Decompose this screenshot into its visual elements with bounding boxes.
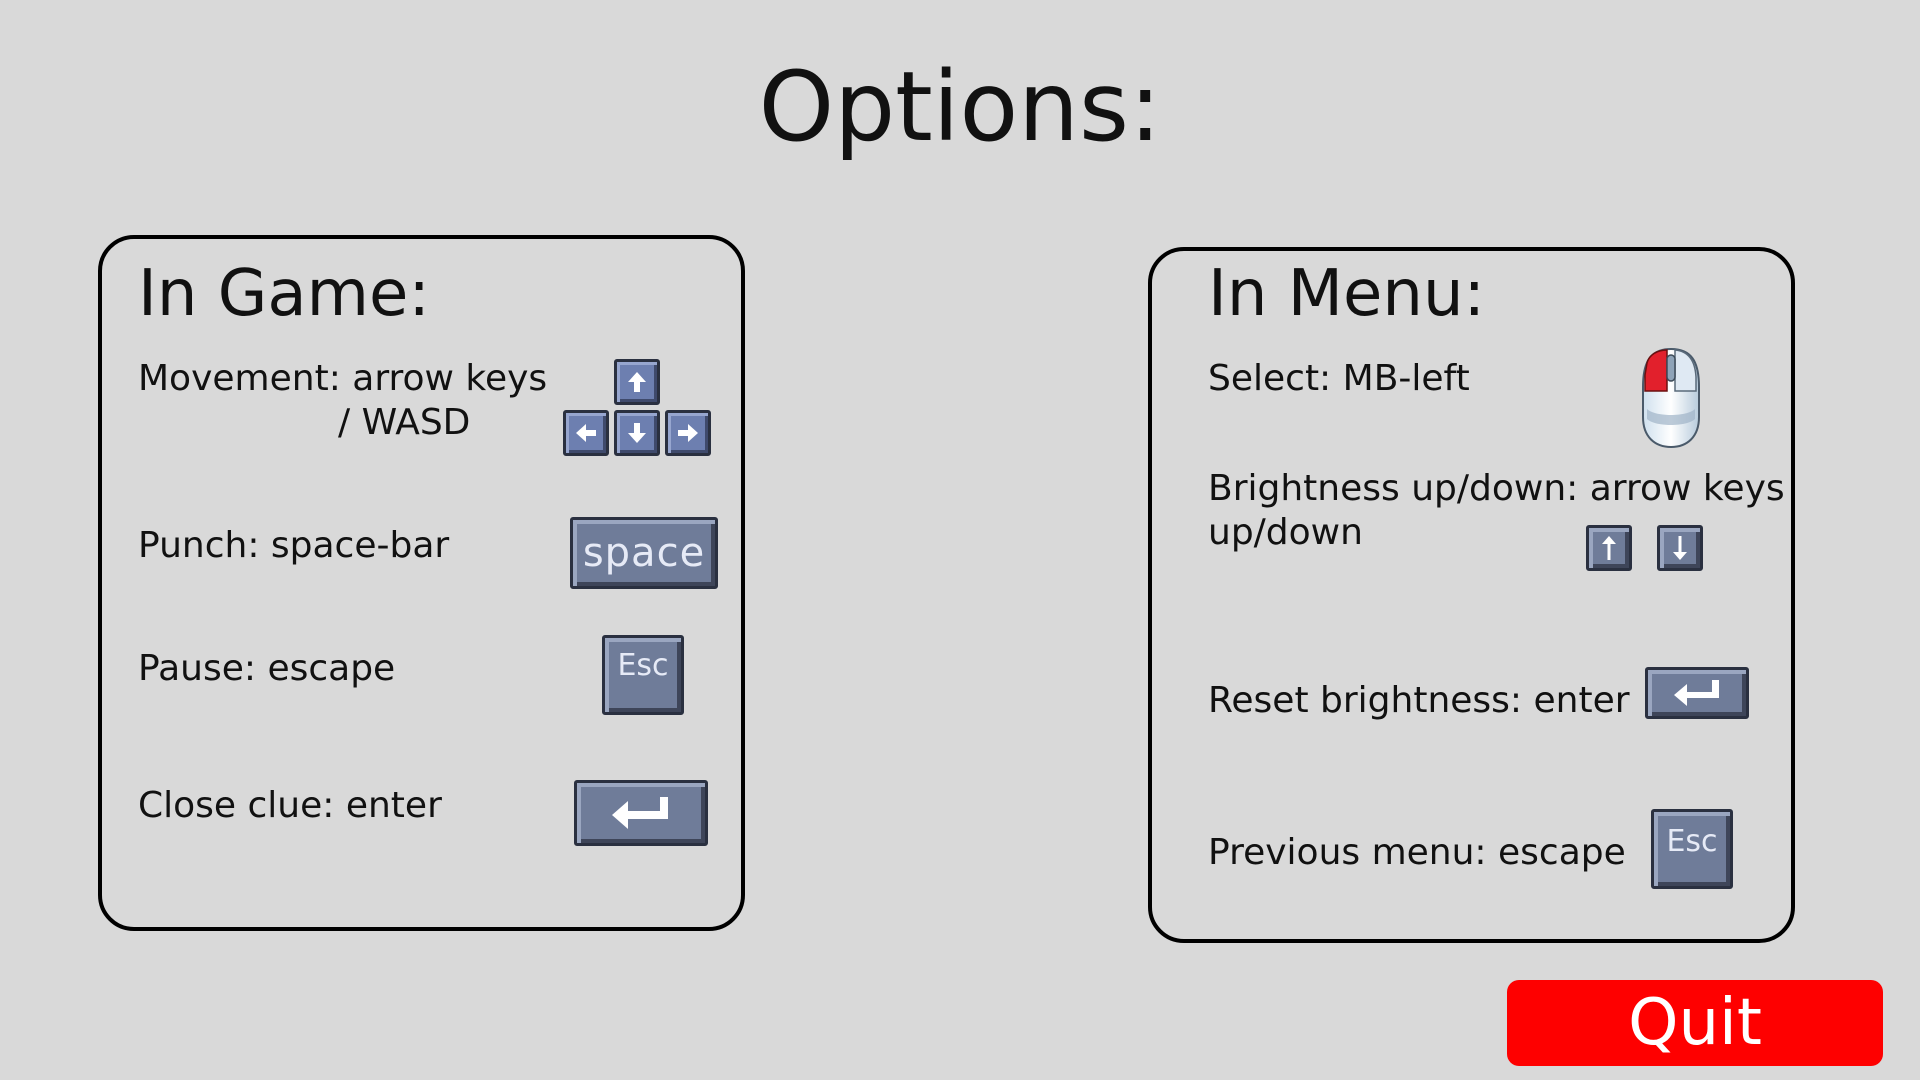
space-key-label: space — [582, 530, 706, 576]
in-game-panel: In Game: Movement: arrow keys / WASD Pun… — [98, 235, 745, 931]
reset-brightness-label: Reset brightness: enter — [1208, 680, 1630, 721]
page-title: Options: — [758, 51, 1162, 163]
in-menu-panel: In Menu: Select: MB-left Brightness up/d… — [1148, 247, 1795, 943]
brightness-label-updown: up/down — [1208, 512, 1363, 553]
arrow-down-key-icon — [614, 410, 660, 456]
previous-esc-key-label: Esc — [1666, 824, 1718, 859]
enter-key-icon — [574, 780, 708, 846]
brightness-label: Brightness up/down: arrow keys — [1208, 468, 1785, 509]
arrow-left-key-icon — [563, 410, 609, 456]
pause-label: Pause: escape — [138, 648, 396, 689]
punch-label: Punch: space-bar — [138, 525, 450, 566]
space-key-icon: space — [570, 517, 718, 589]
brightness-up-key-icon — [1586, 525, 1632, 571]
movement-label-wasd: / WASD — [338, 402, 471, 443]
esc-key-icon: Esc — [602, 635, 684, 715]
in-menu-title: In Menu: — [1208, 257, 1486, 331]
previous-menu-label: Previous menu: escape — [1208, 832, 1626, 873]
quit-button[interactable]: Quit — [1507, 980, 1883, 1066]
brightness-down-key-icon — [1657, 525, 1703, 571]
movement-label: Movement: arrow keys — [138, 358, 548, 399]
esc-key-label: Esc — [617, 648, 669, 683]
reset-enter-key-icon — [1645, 667, 1749, 719]
select-label: Select: MB-left — [1208, 358, 1470, 399]
mouse-left-button-icon — [1641, 347, 1701, 449]
close-clue-label: Close clue: enter — [138, 785, 442, 826]
arrow-right-key-icon — [665, 410, 711, 456]
arrow-up-key-icon — [614, 359, 660, 405]
previous-esc-key-icon: Esc — [1651, 809, 1733, 889]
in-game-title: In Game: — [138, 257, 430, 331]
